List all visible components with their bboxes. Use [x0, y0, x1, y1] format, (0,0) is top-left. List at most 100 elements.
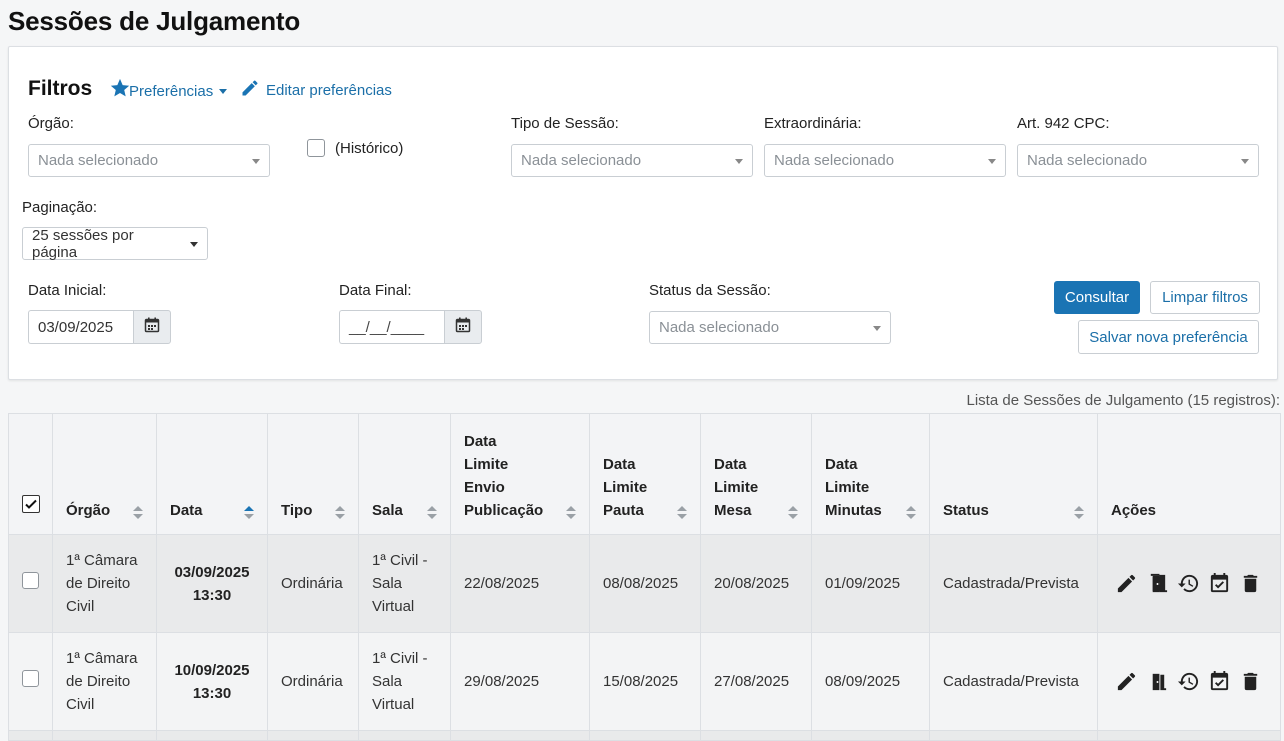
column-data-label: Data: [170, 502, 203, 519]
table-row-partial: [8, 730, 1281, 741]
paginacao-label: Paginação:: [22, 199, 98, 216]
star-icon: [109, 77, 131, 103]
trash-icon[interactable]: [1239, 670, 1262, 693]
status-sessao-select[interactable]: Nada selecionado: [649, 311, 891, 344]
historico-toggle[interactable]: (Histórico): [307, 139, 403, 157]
column-tipo[interactable]: Tipo: [267, 413, 359, 535]
column-orgao-label: Órgão: [66, 502, 111, 519]
edit-icon[interactable]: [1115, 572, 1138, 595]
calendar-button-final[interactable]: [444, 310, 482, 344]
history-icon[interactable]: [1177, 670, 1200, 693]
sala-cell: 1ª Civil - Sala Virtual: [358, 632, 451, 731]
actions-cell: [1097, 534, 1281, 633]
door-open-icon[interactable]: [1146, 572, 1169, 595]
column-sala[interactable]: Sala: [358, 413, 451, 535]
row-checkbox[interactable]: [22, 571, 39, 589]
sessions-table-wrap: Órgão Data Tipo Sala Data Limite Envio Publ…: [8, 413, 1281, 741]
minutas-cell: 08/09/2025: [811, 632, 930, 731]
data-inicial-group: 03/09/2025: [28, 310, 171, 344]
sort-icon: [335, 506, 345, 519]
column-limite-mesa[interactable]: Data Limite Mesa: [700, 413, 812, 535]
table-row: 1ª Câmara de Direito Civil 10/09/2025 13:30…: [8, 632, 1281, 731]
mesa-cell: 27/08/2025: [700, 632, 812, 731]
tipo-cell: Ordinária: [267, 534, 359, 633]
minutas-cell: 01/09/2025: [811, 534, 930, 633]
limpar-filtros-button[interactable]: Limpar filtros: [1150, 281, 1260, 314]
orgao-cell: 1ª Câmara de Direito Civil: [52, 632, 157, 731]
edit-preferences-label: Editar preferências: [266, 81, 392, 99]
art942-label: Art. 942 CPC:: [1017, 115, 1110, 132]
sessions-table: Órgão Data Tipo Sala Data Limite Envio Publ…: [8, 413, 1281, 741]
orgao-select[interactable]: Nada selecionado: [28, 144, 270, 177]
consultar-button[interactable]: Consultar: [1054, 281, 1140, 314]
edit-preferences-link[interactable]: Editar preferências: [240, 78, 392, 102]
orgao-label: Órgão:: [28, 115, 74, 132]
data-inicial-input[interactable]: 03/09/2025: [28, 310, 133, 344]
extraordinaria-select[interactable]: Nada selecionado: [764, 144, 1006, 177]
salvar-preferencia-button[interactable]: Salvar nova preferência: [1078, 320, 1259, 354]
actions-cell: [1097, 632, 1281, 731]
pauta-cell: 08/08/2025: [589, 534, 701, 633]
data-cell: 10/09/2025 13:30: [156, 632, 268, 731]
column-acoes: Ações: [1097, 413, 1281, 535]
table-row: 1ª Câmara de Direito Civil 03/09/2025 13:30…: [8, 534, 1281, 633]
row-checkbox[interactable]: [22, 669, 39, 687]
status-cell: Cadastrada/Prevista: [929, 534, 1098, 633]
sort-icon: [677, 506, 687, 519]
data-cell: 03/09/2025 13:30: [156, 534, 268, 633]
orgao-cell: 1ª Câmara de Direito Civil: [52, 534, 157, 633]
art942-select-value: Nada selecionado: [1027, 152, 1148, 169]
sort-icon: [566, 506, 576, 519]
column-minutas-label: Data Limite Minutas: [825, 456, 882, 519]
chevron-down-icon: [252, 159, 260, 164]
art942-select[interactable]: Nada selecionado: [1017, 144, 1259, 177]
preferences-label: Preferências: [129, 83, 214, 100]
extraordinaria-select-value: Nada selecionado: [774, 152, 895, 169]
tipo-sessao-select[interactable]: Nada selecionado: [511, 144, 753, 177]
calendar-check-icon[interactable]: [1208, 670, 1231, 693]
filter-panel: Filtros Preferências Editar preferências…: [8, 46, 1278, 380]
status-cell: Cadastrada/Prevista: [929, 632, 1098, 731]
orgao-select-value: Nada selecionado: [38, 152, 159, 169]
status-sessao-label: Status da Sessão:: [649, 282, 771, 299]
door-open-icon[interactable]: [1146, 670, 1169, 693]
table-header-row: Órgão Data Tipo Sala Data Limite Envio Publ…: [8, 413, 1281, 535]
historico-label: (Histórico): [335, 139, 404, 157]
data-inicial-label: Data Inicial:: [28, 282, 107, 299]
trash-icon[interactable]: [1239, 572, 1262, 595]
column-sala-label: Sala: [372, 502, 403, 519]
mesa-cell: 20/08/2025: [700, 534, 812, 633]
column-limite-pauta[interactable]: Data Limite Pauta: [589, 413, 701, 535]
page-title: Sessões de Julgamento: [8, 6, 301, 36]
pencil-icon: [240, 78, 260, 102]
select-all-checkbox[interactable]: [21, 495, 40, 513]
column-status[interactable]: Status: [929, 413, 1098, 535]
column-limite-minutas[interactable]: Data Limite Minutas: [811, 413, 930, 535]
paginacao-select[interactable]: 25 sessões por página: [22, 226, 208, 261]
data-final-input[interactable]: __/__/____: [339, 310, 444, 344]
sort-asc-icon: [244, 506, 254, 519]
column-status-label: Status: [943, 502, 989, 519]
sort-icon: [427, 506, 437, 519]
chevron-down-icon: [190, 242, 198, 247]
column-orgao[interactable]: Órgão: [52, 413, 157, 535]
column-data[interactable]: Data: [156, 413, 268, 535]
chevron-down-icon: [735, 159, 743, 164]
filters-title: Filtros: [28, 77, 93, 100]
history-icon[interactable]: [1177, 572, 1200, 595]
pauta-cell: 15/08/2025: [589, 632, 701, 731]
historico-checkbox[interactable]: [307, 139, 325, 157]
preferences-dropdown[interactable]: Preferências: [109, 77, 228, 103]
edit-icon[interactable]: [1115, 670, 1138, 693]
calendar-button-inicial[interactable]: [133, 310, 171, 344]
column-pauta-label: Data Limite Pauta: [603, 456, 648, 519]
paginacao-select-value: 25 sessões por página: [32, 226, 134, 261]
calendar-icon: [144, 317, 160, 338]
column-mesa-label: Data Limite Mesa: [714, 456, 759, 519]
calendar-check-icon[interactable]: [1208, 572, 1231, 595]
calendar-icon: [455, 317, 471, 338]
chevron-down-icon: [219, 88, 228, 94]
column-envio-publicacao[interactable]: Data Limite Envio Publicação: [450, 413, 590, 535]
tipo-cell: Ordinária: [267, 632, 359, 731]
sort-icon: [1074, 506, 1084, 519]
